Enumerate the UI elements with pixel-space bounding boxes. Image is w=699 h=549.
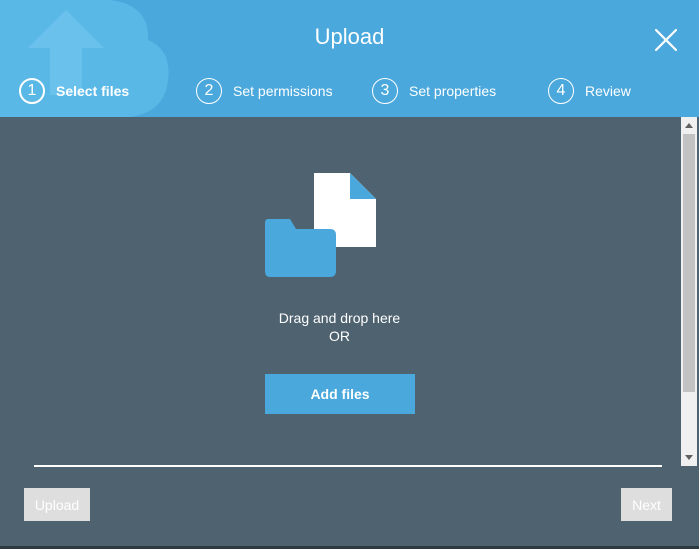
step-label: Select files bbox=[56, 83, 130, 99]
next-button[interactable]: Next bbox=[621, 488, 672, 521]
add-files-button[interactable]: Add files bbox=[265, 374, 415, 414]
vertical-scrollbar[interactable] bbox=[681, 117, 697, 466]
arrow-up-icon bbox=[685, 123, 693, 128]
step-label: Set permissions bbox=[233, 83, 333, 99]
upload-button[interactable]: Upload bbox=[24, 488, 90, 521]
step-label: Set properties bbox=[409, 83, 497, 99]
step-number: 3 bbox=[372, 78, 398, 104]
scroll-down-button[interactable] bbox=[681, 450, 697, 466]
folder-file-icon bbox=[265, 173, 376, 277]
footer-divider bbox=[34, 465, 662, 467]
step-review[interactable]: 4 Review bbox=[548, 78, 631, 104]
close-icon bbox=[654, 28, 678, 52]
scroll-up-button[interactable] bbox=[681, 117, 697, 133]
step-number: 4 bbox=[548, 78, 574, 104]
scroll-thumb[interactable] bbox=[683, 134, 695, 392]
close-button[interactable] bbox=[652, 26, 680, 54]
step-set-properties[interactable]: 3 Set properties bbox=[372, 78, 496, 104]
drop-zone[interactable]: Drag and drop here OR Add files bbox=[0, 117, 681, 466]
drop-text-line1: Drag and drop here bbox=[278, 310, 401, 326]
step-number: 2 bbox=[196, 78, 222, 104]
step-select-files[interactable]: 1 Select files bbox=[19, 78, 129, 104]
step-set-permissions[interactable]: 2 Set permissions bbox=[196, 78, 333, 104]
dialog-header: Upload 1 Select files 2 Set permissions … bbox=[0, 0, 699, 117]
dialog-title: Upload bbox=[314, 24, 385, 49]
arrow-down-icon bbox=[685, 455, 693, 460]
step-label: Review bbox=[585, 83, 631, 99]
drop-text-or: OR bbox=[329, 328, 350, 344]
step-number: 1 bbox=[19, 78, 45, 104]
drop-instructions: Drag and drop here OR bbox=[0, 309, 679, 345]
